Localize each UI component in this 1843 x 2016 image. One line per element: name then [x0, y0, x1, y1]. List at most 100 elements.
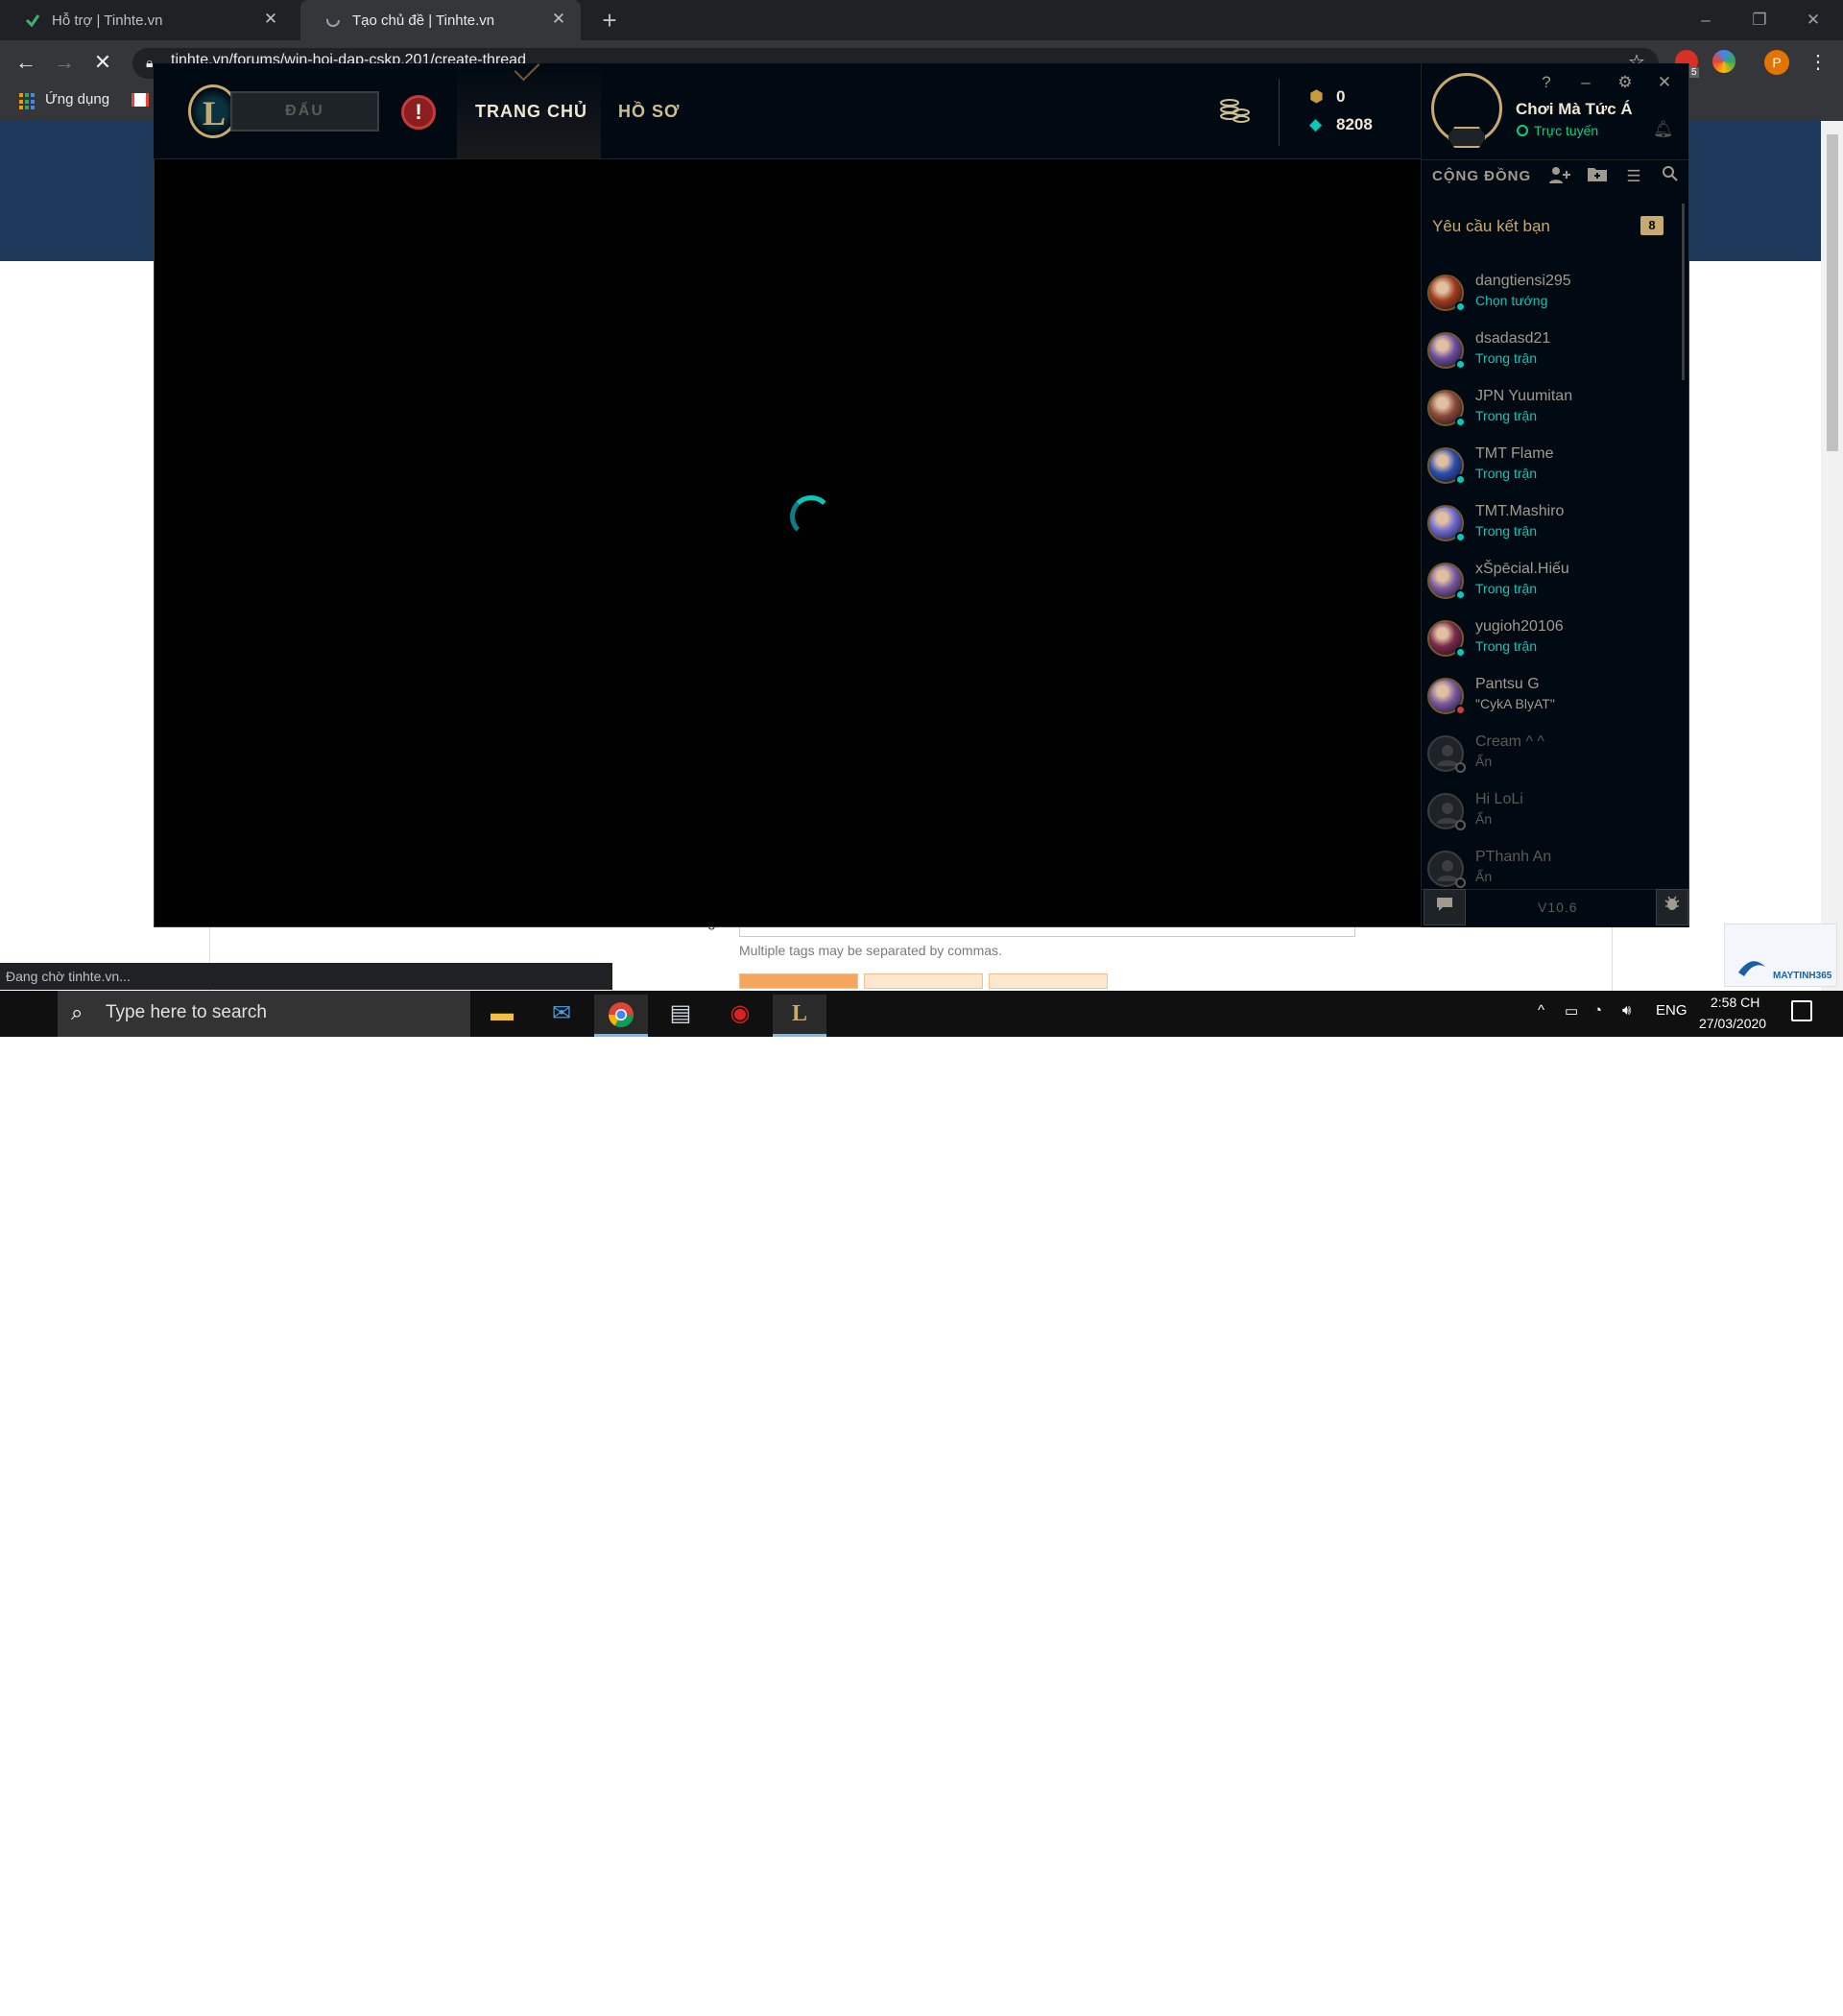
friend-status-dot-icon — [1455, 820, 1466, 830]
friend-status-dot-icon — [1455, 301, 1466, 312]
tab-tao-chu-de[interactable]: Tạo chủ đề | Tinhte.vn ✕ — [300, 0, 581, 40]
close-window-icon[interactable]: ✕ — [1797, 6, 1830, 35]
garena-icon[interactable]: ◉ — [713, 995, 767, 1037]
back-button[interactable]: ← — [12, 48, 40, 77]
alert-icon[interactable]: ! — [401, 95, 436, 130]
friend-requests-label[interactable]: Yêu cầu kết bạn — [1432, 217, 1550, 236]
friend-row[interactable]: Cream ^ ^ Ẩn — [1425, 730, 1685, 787]
online-status-icon — [1517, 125, 1528, 136]
gmail-icon[interactable] — [132, 93, 149, 107]
page-button[interactable] — [989, 973, 1108, 989]
minimize-window-icon[interactable]: – — [1689, 6, 1722, 35]
friend-row[interactable]: TMT.Mashiro Trong trận — [1425, 499, 1685, 557]
minimize-client-icon[interactable]: – — [1574, 71, 1597, 94]
friend-status: Trong trận — [1475, 523, 1538, 539]
league-taskbar-icon[interactable]: L — [773, 995, 826, 1037]
windows-start-icon[interactable] — [0, 991, 58, 2016]
list-view-icon[interactable]: ☰ — [1622, 165, 1645, 188]
lock-icon: 🔒︎ — [146, 55, 154, 70]
search-placeholder[interactable]: Type here to search — [106, 1002, 267, 1023]
maytinh365-watermark: MAYTINH365 — [1724, 924, 1837, 987]
social-scrollbar[interactable] — [1682, 204, 1685, 380]
tray-expand-icon[interactable]: ^ — [1538, 1002, 1544, 1019]
riot-points-icon: ⬢ — [1309, 87, 1324, 106]
volume-icon[interactable]: 🔊︎ — [1622, 1002, 1631, 1019]
tab-close-icon[interactable]: ✕ — [550, 11, 567, 28]
friend-status: Trong trận — [1475, 638, 1538, 654]
friend-status: Trong trận — [1475, 466, 1538, 481]
battery-icon[interactable]: ▭ — [1565, 1002, 1578, 1020]
notifications-bell-icon[interactable]: 🔔︎ — [1653, 120, 1674, 139]
action-center-icon[interactable] — [1791, 1000, 1812, 1021]
play-button[interactable]: ĐẤU — [230, 91, 379, 132]
chrome-icon[interactable] — [594, 995, 648, 1037]
friend-status-dot-icon — [1455, 762, 1466, 773]
menu-kebab-icon[interactable]: ⋮ — [1808, 50, 1828, 74]
add-folder-icon[interactable] — [1586, 165, 1609, 188]
clock-date[interactable]: 27/03/2020 — [1699, 1016, 1766, 1031]
friend-row[interactable]: dsadasd21 Trong trận — [1425, 326, 1685, 384]
new-tab-button[interactable]: + — [595, 7, 624, 36]
friend-row[interactable]: Pantsu G "CykA BlyAT" — [1425, 672, 1685, 730]
friend-name: JPN Yuumitan — [1475, 388, 1573, 404]
friend-name: Pantsu G — [1475, 676, 1540, 692]
friend-status: Trong trận — [1475, 581, 1538, 596]
friend-status-dot-icon — [1455, 705, 1466, 715]
loading-favicon-icon — [325, 12, 341, 28]
friend-status-dot-icon — [1455, 359, 1466, 370]
community-title: CỘNG ĐỒNG — [1432, 168, 1532, 184]
watermark-text: MAYTINH365 — [1773, 971, 1832, 981]
restore-window-icon[interactable]: ❐ — [1743, 6, 1776, 35]
friend-name: PThanh An — [1475, 849, 1552, 865]
nav-profile[interactable]: HỒ SƠ — [618, 102, 680, 122]
add-friend-icon[interactable] — [1548, 165, 1571, 188]
file-explorer-icon[interactable]: ▬ — [475, 995, 529, 1037]
page-button[interactable] — [864, 973, 983, 989]
submit-thread-button[interactable] — [739, 973, 858, 989]
wifi-icon[interactable]: ◔ — [1593, 1002, 1602, 1019]
apps-grid-icon[interactable] — [19, 93, 36, 110]
friend-status: Ẩn — [1475, 754, 1493, 769]
summoner-status[interactable]: Trực tuyến — [1534, 123, 1598, 138]
blue-essence-icon: ◆ — [1309, 115, 1323, 133]
tab-close-icon[interactable]: ✕ — [262, 11, 279, 28]
friend-status-dot-icon — [1455, 417, 1466, 427]
friend-name: xŠpēcial.Hiếu — [1475, 561, 1569, 577]
friend-name: Cream ^ ^ — [1475, 733, 1544, 750]
bug-report-icon[interactable] — [1656, 889, 1688, 925]
app-icon[interactable]: ▤ — [654, 995, 707, 1037]
stop-loading-button[interactable]: ✕ — [88, 48, 117, 77]
help-icon[interactable]: ? — [1535, 71, 1558, 94]
friend-row[interactable]: dangtiensi295 Chọn tướng — [1425, 269, 1685, 326]
page-scrollbar-thumb[interactable] — [1827, 134, 1838, 451]
search-icon: ⌕ — [71, 1000, 84, 1024]
friend-status-dot-icon — [1455, 474, 1466, 485]
riot-points-value: 0 — [1336, 87, 1346, 106]
friend-status: Ẩn — [1475, 811, 1493, 827]
friend-row[interactable]: yugioh20106 Trong trận — [1425, 614, 1685, 672]
forward-button[interactable]: → — [50, 48, 79, 77]
clock-time[interactable]: 2:58 CH — [1711, 995, 1759, 1010]
settings-gear-icon[interactable]: ⚙ — [1614, 71, 1637, 94]
mail-icon[interactable]: ✉ — [535, 995, 588, 1037]
profile-avatar[interactable]: P — [1764, 50, 1789, 75]
friend-status: "CykA BlyAT" — [1475, 696, 1555, 711]
friend-name: dangtiensi295 — [1475, 273, 1571, 289]
friend-name: Hi LoLi — [1475, 791, 1523, 807]
friend-row[interactable]: JPN Yuumitan Trong trận — [1425, 384, 1685, 442]
language-indicator[interactable]: ENG — [1656, 1002, 1687, 1019]
store-coins-icon[interactable] — [1217, 95, 1252, 128]
close-client-icon[interactable]: ✕ — [1653, 71, 1676, 94]
nav-home[interactable]: TRANG CHỦ — [475, 102, 587, 122]
tab-ho-tro[interactable]: Hỗ trợ | Tinhte.vn ✕ — [0, 0, 293, 40]
extension-icon[interactable] — [1712, 50, 1735, 73]
friend-name: TMT.Mashiro — [1475, 503, 1565, 519]
friend-row[interactable]: TMT Flame Trong trận — [1425, 442, 1685, 499]
search-friends-icon[interactable] — [1659, 165, 1682, 188]
social-divider — [1422, 159, 1688, 160]
friend-row[interactable]: xŠpēcial.Hiếu Trong trận — [1425, 557, 1685, 614]
bookmark-apps[interactable]: Ứng dụng — [45, 91, 109, 108]
friend-row[interactable]: Hi LoLi Ẩn — [1425, 787, 1685, 845]
tab-title: Tạo chủ đề | Tinhte.vn — [352, 12, 495, 29]
chat-icon[interactable] — [1424, 889, 1466, 925]
